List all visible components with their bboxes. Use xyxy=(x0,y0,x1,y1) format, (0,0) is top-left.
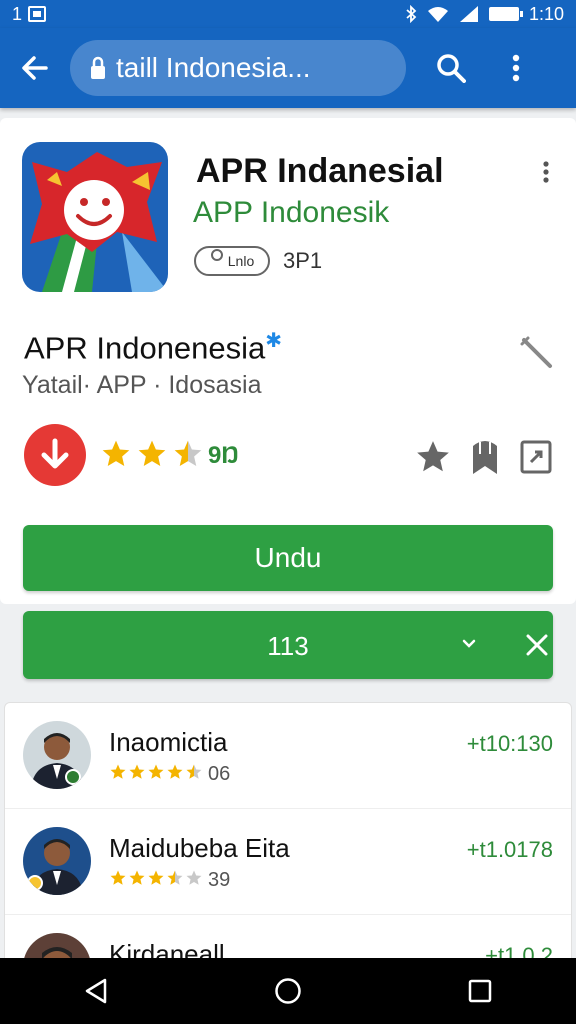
star-icon xyxy=(167,764,183,779)
battery-icon xyxy=(488,7,523,21)
star-icon xyxy=(186,764,202,779)
share-button[interactable] xyxy=(520,440,552,474)
bookmark-icon xyxy=(473,441,497,474)
chip-label: Lnlo xyxy=(227,253,255,269)
gallery-notification-icon xyxy=(28,6,47,22)
app-name-text: APR Indonenesia xyxy=(24,330,266,366)
star-icon xyxy=(174,440,202,466)
star-icon xyxy=(148,764,164,779)
star-icon xyxy=(138,440,166,466)
expand-button[interactable] xyxy=(461,633,477,656)
app-subtitle[interactable]: APP Indonesik xyxy=(193,196,389,230)
list-item[interactable]: Inaomictia 06 +t10:130 xyxy=(5,703,571,809)
avatar xyxy=(23,721,91,789)
star-icon xyxy=(110,764,126,779)
status-left-text: 1 xyxy=(12,3,23,24)
reviews-list: Inaomictia 06 +t10:130 Maidubeba Eita 39… xyxy=(4,702,572,972)
review-value: +t10:130 xyxy=(466,731,553,756)
nav-home-button[interactable] xyxy=(258,961,318,1021)
edit-button[interactable] xyxy=(516,332,556,372)
review-stars xyxy=(109,869,203,887)
bluetooth-icon xyxy=(406,5,417,23)
star-icon xyxy=(167,870,183,885)
triangle-back-icon xyxy=(85,978,107,1004)
star-icon xyxy=(102,440,130,466)
arrow-left-icon xyxy=(22,56,48,80)
person-avatar-icon xyxy=(23,827,91,895)
star-icon xyxy=(129,764,145,779)
more-vert-icon xyxy=(512,54,520,82)
url-text: taill Indonesia... xyxy=(116,52,311,83)
app-icon[interactable] xyxy=(22,142,168,292)
favorite-button[interactable] xyxy=(414,438,452,476)
circle-home-icon xyxy=(275,978,301,1004)
signal-icon xyxy=(459,6,478,22)
review-score: 39 xyxy=(208,869,231,891)
review-stars xyxy=(109,763,203,781)
app-bar: taill Indonesia... xyxy=(0,28,576,108)
search-icon xyxy=(437,54,466,83)
download-arrow-icon xyxy=(41,438,69,469)
verified-icon: ✱ xyxy=(265,330,283,352)
star-icon xyxy=(417,441,449,472)
nav-recents-button[interactable] xyxy=(450,961,510,1021)
reviewer-name: Maidubeba Eita xyxy=(109,833,290,863)
nav-back-button[interactable] xyxy=(66,961,126,1021)
cancel-download-button[interactable] xyxy=(521,629,553,661)
share-icon xyxy=(520,440,552,474)
list-item[interactable]: Maidubeba Eita 39 +t1.0178 xyxy=(5,809,571,915)
smiley-logo-icon xyxy=(22,142,168,292)
pencil-icon xyxy=(520,336,552,368)
close-icon xyxy=(526,634,548,656)
app-title: APR Indanesial xyxy=(196,152,444,190)
overflow-menu-button[interactable] xyxy=(486,28,546,108)
star-icon xyxy=(186,870,202,885)
url-bar[interactable]: taill Indonesia... xyxy=(70,40,406,96)
star-icon xyxy=(129,870,145,885)
chevron-down-icon xyxy=(462,639,476,648)
review-value: +t1.0178 xyxy=(466,837,553,862)
download-button[interactable] xyxy=(24,424,86,486)
developer-line[interactable]: Yatail· APP · Idosasia xyxy=(22,371,261,400)
more-vert-icon xyxy=(543,161,549,183)
rating-stars xyxy=(100,438,204,470)
avatar xyxy=(23,827,91,895)
info-chip[interactable]: Lnlo xyxy=(194,246,270,276)
square-recents-icon xyxy=(468,979,492,1003)
rating-count: 9Ŋ xyxy=(208,442,239,469)
lock-icon xyxy=(91,56,105,79)
bookmark-button[interactable] xyxy=(470,438,500,476)
download-progress-bar: 113 xyxy=(23,611,553,679)
tag-icon xyxy=(210,249,223,261)
star-icon xyxy=(110,870,126,885)
back-button[interactable] xyxy=(0,28,70,108)
app-name: APR Indonenesia✱ xyxy=(24,328,282,366)
review-score: 06 xyxy=(208,763,231,785)
app-detail-card: APR Indanesial APP Indonesik Lnlo 3P1 AP… xyxy=(0,118,576,604)
status-bar: 1 1:10 xyxy=(0,0,576,28)
card-overflow-button[interactable] xyxy=(536,160,556,184)
install-button[interactable]: Undu xyxy=(23,525,553,591)
reviewer-name: Inaomictia xyxy=(109,727,228,757)
star-icon xyxy=(148,870,164,885)
chip-count: 3P1 xyxy=(283,248,323,273)
search-button[interactable] xyxy=(416,28,486,108)
status-time: 1:10 xyxy=(528,3,564,24)
system-nav-bar xyxy=(0,958,576,1024)
person-avatar-icon xyxy=(23,721,91,789)
wifi-icon xyxy=(427,7,448,22)
